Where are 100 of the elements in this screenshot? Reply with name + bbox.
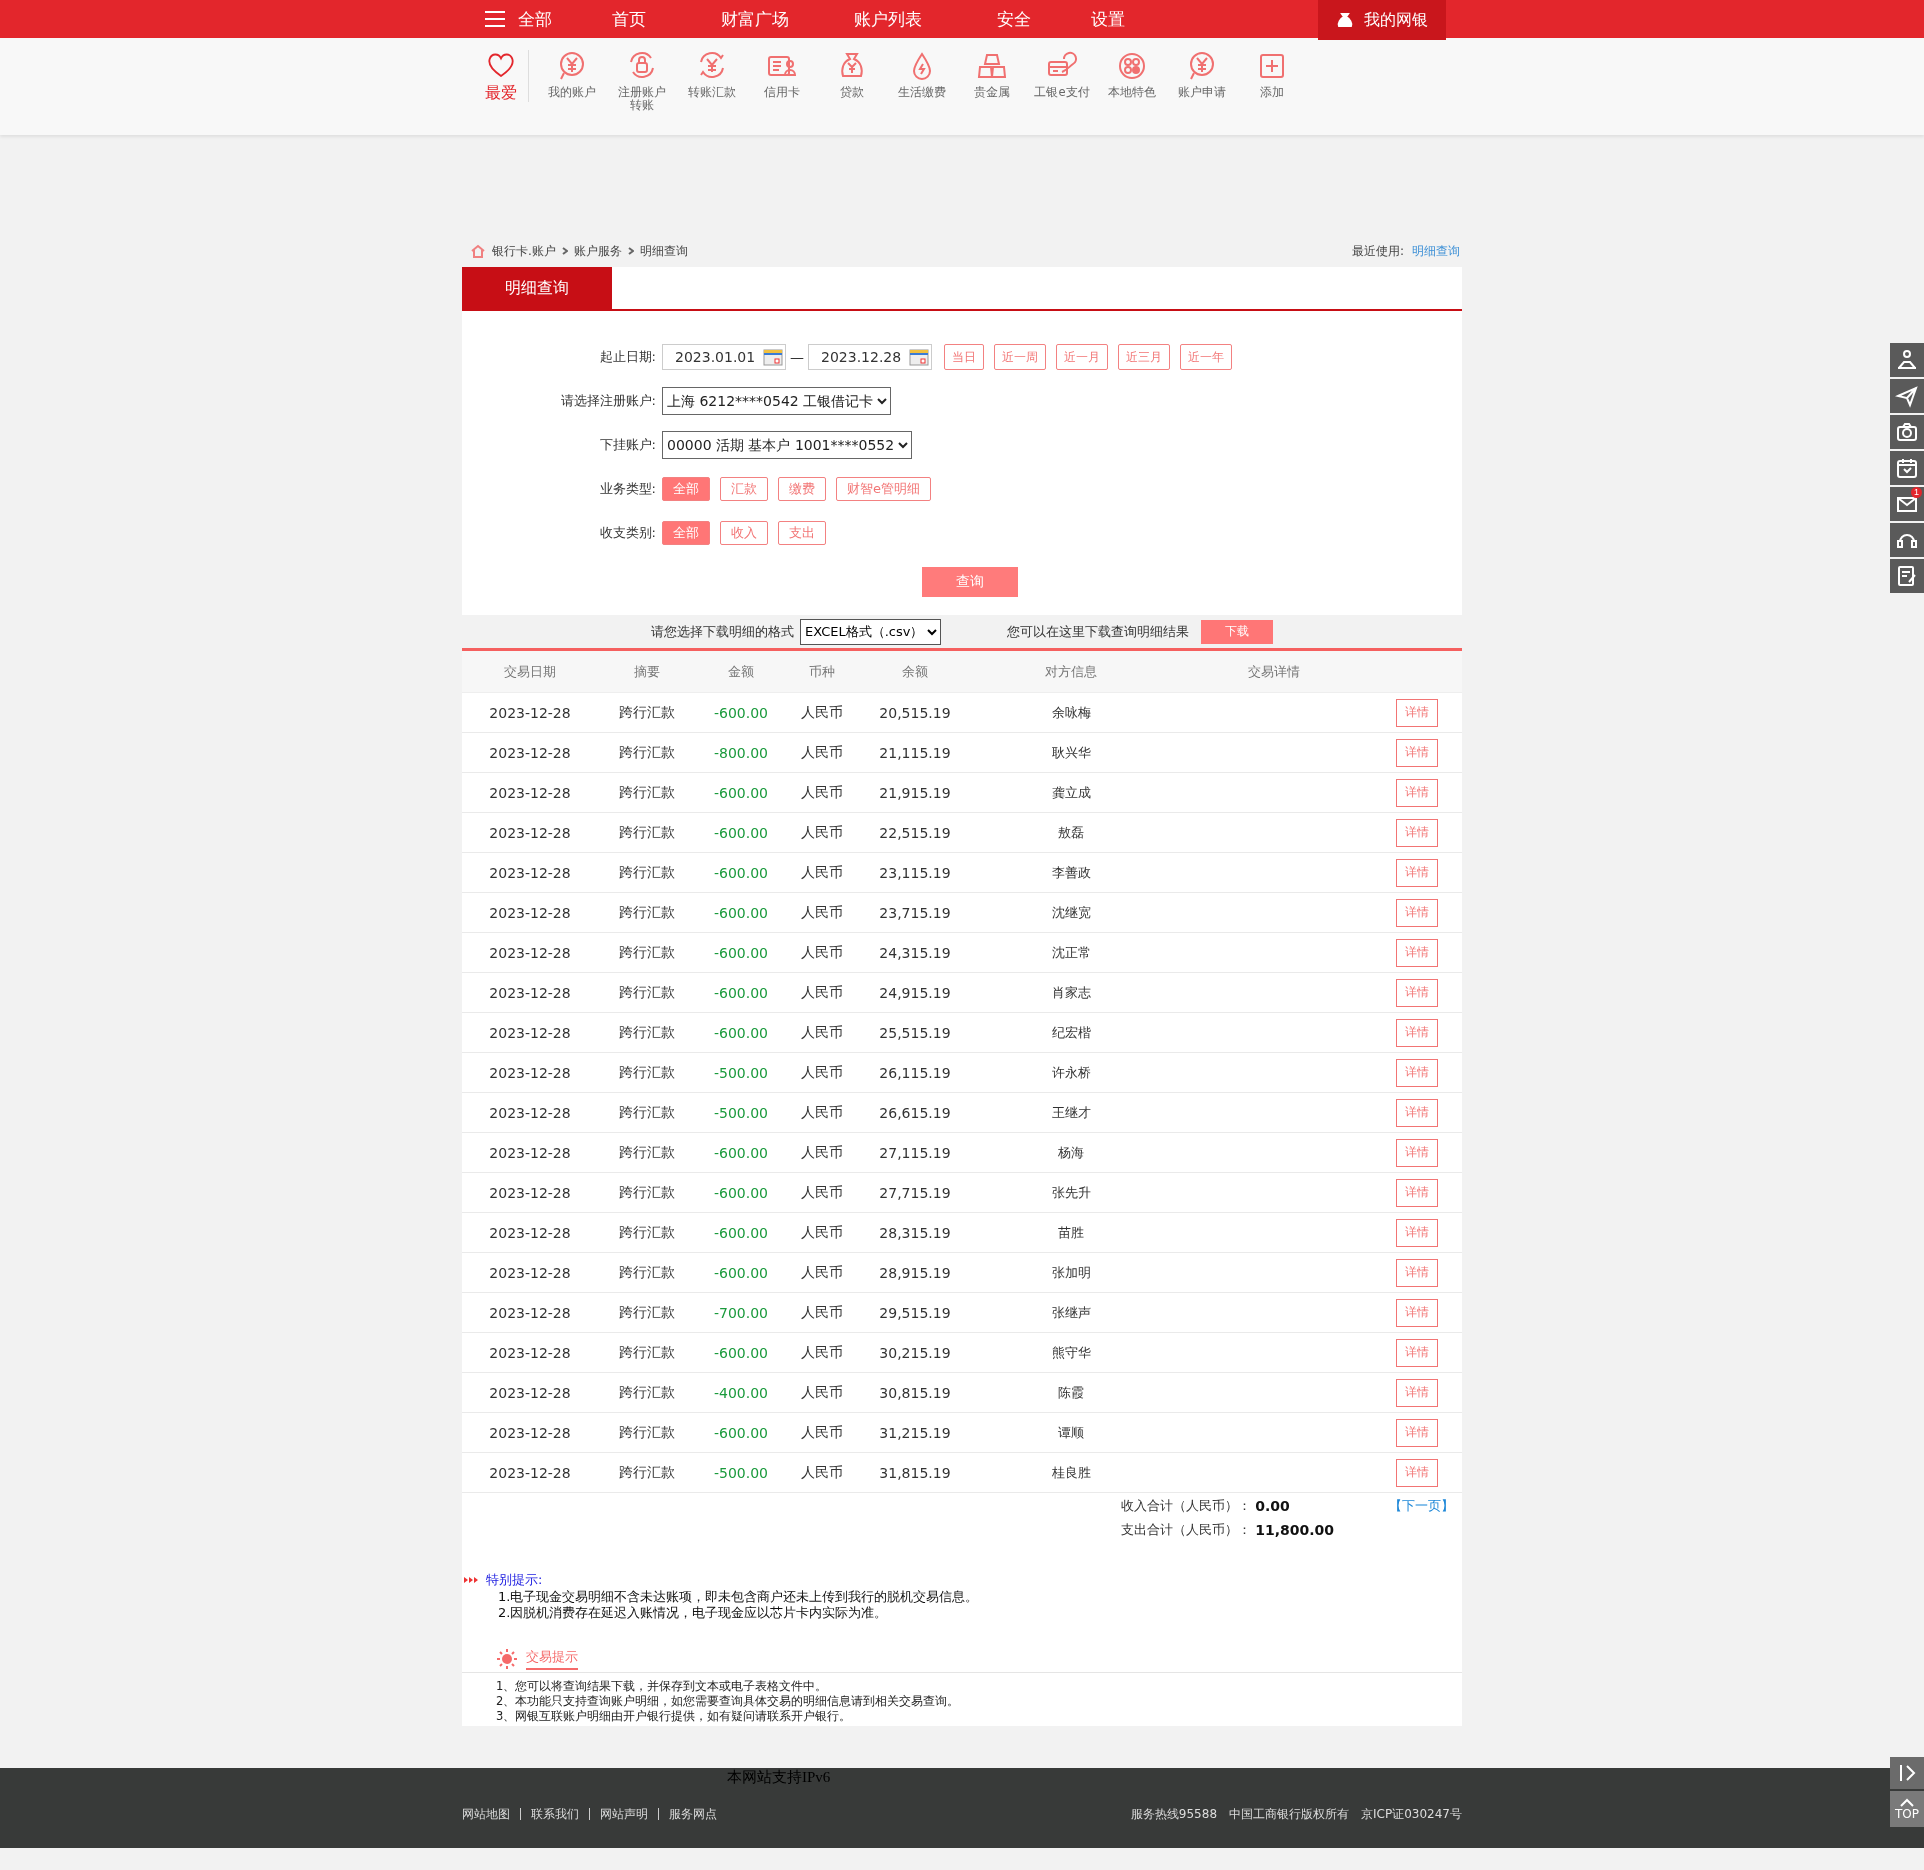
- detail-button[interactable]: 详情: [1396, 1458, 1438, 1487]
- table-cell-text: 2023-12-28: [488, 1104, 572, 1121]
- detail-button[interactable]: 详情: [1396, 858, 1438, 887]
- back-to-top-button[interactable]: TOP: [1890, 1791, 1924, 1827]
- footer-link[interactable]: 联系我们: [520, 1808, 589, 1820]
- format-dropdown[interactable]: EXCEL格式（.csv）: [800, 618, 941, 645]
- date-preset-button[interactable]: 近一月: [1056, 344, 1108, 370]
- shortcut-item[interactable]: 工银e支付: [1027, 50, 1097, 135]
- nav-link[interactable]: 账户列表: [854, 7, 922, 31]
- table-cell-text: 人民币: [800, 1423, 844, 1442]
- download-format-label: 请您选择下载明细的格式: [651, 622, 794, 641]
- shortcut-item[interactable]: 最爱: [474, 50, 529, 102]
- chevron-icon: [627, 247, 634, 255]
- detail-button[interactable]: 详情: [1396, 898, 1438, 927]
- date-field[interactable]: 2023.12.28: [808, 344, 932, 370]
- footer-link[interactable]: 网站地图: [462, 1808, 520, 1820]
- filter-chip[interactable]: 全部: [662, 477, 710, 501]
- shortcut-item[interactable]: 添加: [1237, 50, 1307, 135]
- shortcut-item[interactable]: 我的账户: [537, 50, 607, 135]
- table-cell-text: 24,315.19: [878, 944, 952, 961]
- total-value: 0.00: [1254, 1498, 1291, 1514]
- shortcut-item[interactable]: 注册账户转账: [607, 50, 677, 135]
- shortcut-item[interactable]: 贷款: [817, 50, 887, 135]
- nav-link[interactable]: 安全: [997, 7, 1031, 31]
- table-cell-text: 26,615.19: [878, 1104, 952, 1121]
- nav-link[interactable]: 首页: [612, 7, 646, 31]
- filter-chip[interactable]: 缴费: [778, 477, 826, 501]
- detail-button[interactable]: 详情: [1396, 778, 1438, 807]
- table-cell-text: 跨行汇款: [618, 1263, 676, 1282]
- shortcut-item[interactable]: 账户申请: [1167, 50, 1237, 135]
- shortcut-item[interactable]: 贵金属: [957, 50, 1027, 135]
- detail-button[interactable]: 详情: [1396, 1418, 1438, 1447]
- breadcrumb-link[interactable]: 账户服务: [573, 242, 622, 260]
- recent-link[interactable]: 明细查询: [1412, 242, 1460, 260]
- account-dropdown[interactable]: 上海 6212****0542 工银借记卡: [662, 387, 891, 415]
- detail-button[interactable]: 详情: [1396, 1098, 1438, 1127]
- detail-button[interactable]: 详情: [1396, 1058, 1438, 1087]
- detail-button[interactable]: 详情: [1396, 978, 1438, 1007]
- date-preset-button[interactable]: 近三月: [1118, 344, 1170, 370]
- table-cell-text: 25,515.19: [878, 1024, 952, 1041]
- detail-button[interactable]: 详情: [1396, 1298, 1438, 1327]
- footer-link[interactable]: 网站声明: [589, 1808, 658, 1820]
- table-cell-text: 2023-12-28: [488, 1344, 572, 1361]
- detail-button[interactable]: 详情: [1396, 1018, 1438, 1047]
- table-cell-text: 沈继宽: [1050, 903, 1092, 922]
- detail-button[interactable]: 详情: [1396, 738, 1438, 767]
- date-field[interactable]: 2023.01.01: [662, 344, 786, 370]
- notice-text: 1.电子现金交易明细不含未达账项，即未包含商户还未上传到我行的脱机交易信息。: [497, 1589, 980, 1605]
- filter-chip[interactable]: 收入: [720, 521, 768, 545]
- filter-chip[interactable]: 支出: [778, 521, 826, 545]
- filter-chip[interactable]: 汇款: [720, 477, 768, 501]
- detail-button[interactable]: 详情: [1396, 1218, 1438, 1247]
- sub-account-dropdown[interactable]: 00000 活期 基本户 1001****0552: [662, 431, 912, 459]
- date-preset-button[interactable]: 当日: [944, 344, 984, 370]
- side-tool-button[interactable]: [1890, 559, 1924, 593]
- table-cell-text: 2023-12-28: [488, 944, 572, 961]
- detail-button[interactable]: 详情: [1396, 1178, 1438, 1207]
- table-cell-text: 人民币: [800, 1343, 844, 1362]
- side-tool-button[interactable]: 1: [1890, 487, 1924, 521]
- breadcrumb-link[interactable]: 银行卡.账户: [492, 242, 556, 260]
- menu-button[interactable]: 全部: [484, 7, 552, 31]
- detail-button[interactable]: 详情: [1396, 818, 1438, 847]
- date-preset-button[interactable]: 近一年: [1180, 344, 1232, 370]
- table-cell-text: 人民币: [800, 1383, 844, 1402]
- side-tool-button[interactable]: [1890, 415, 1924, 449]
- query-button[interactable]: 查询: [922, 567, 1018, 597]
- detail-button[interactable]: 详情: [1396, 1258, 1438, 1287]
- table-cell-text: -600.00: [712, 1264, 769, 1281]
- count-badge: 1: [1911, 487, 1922, 498]
- nav-link[interactable]: 财富广场: [721, 7, 789, 31]
- detail-button[interactable]: 详情: [1396, 698, 1438, 727]
- detail-button[interactable]: 详情: [1396, 1378, 1438, 1407]
- filter-chip[interactable]: 财智e管明细: [836, 477, 931, 501]
- detail-button[interactable]: 详情: [1396, 938, 1438, 967]
- side-tool-button[interactable]: [1890, 451, 1924, 485]
- shortcut-item[interactable]: 本地特色: [1097, 50, 1167, 135]
- side-tool-button[interactable]: [1890, 523, 1924, 557]
- table-cell-text: 杨海: [1057, 1143, 1085, 1162]
- table-cell-text: 人民币: [800, 1023, 844, 1042]
- side-tool-button[interactable]: [1890, 343, 1924, 377]
- collapse-button[interactable]: [1890, 1757, 1924, 1789]
- table-cell-text: 跨行汇款: [618, 1023, 676, 1042]
- breadcrumb-link[interactable]: 明细查询: [639, 242, 688, 260]
- shortcut-item[interactable]: 信用卡: [747, 50, 817, 135]
- next-page-link[interactable]: 【下一页】: [1334, 1497, 1454, 1515]
- my-bank-button[interactable]: 我的网银: [1318, 0, 1446, 40]
- detail-button[interactable]: 详情: [1396, 1138, 1438, 1167]
- detail-button[interactable]: 详情: [1396, 1338, 1438, 1367]
- table-cell-text: 人民币: [800, 1183, 844, 1202]
- table-cell-text: 桂良胜: [1050, 1463, 1092, 1482]
- shortcut-item[interactable]: 转账汇款: [677, 50, 747, 135]
- side-tool-button[interactable]: [1890, 379, 1924, 413]
- footer-link[interactable]: 服务网点: [658, 1808, 727, 1820]
- nav-link[interactable]: 设置: [1091, 7, 1125, 31]
- filter-chip[interactable]: 全部: [662, 521, 710, 545]
- date-preset-button[interactable]: 近一周: [994, 344, 1046, 370]
- shortcut-item[interactable]: 生活缴费: [887, 50, 957, 135]
- download-button[interactable]: 下载: [1201, 619, 1273, 644]
- tab[interactable]: 明细查询: [462, 267, 612, 309]
- table-cell-text: -600.00: [712, 704, 769, 721]
